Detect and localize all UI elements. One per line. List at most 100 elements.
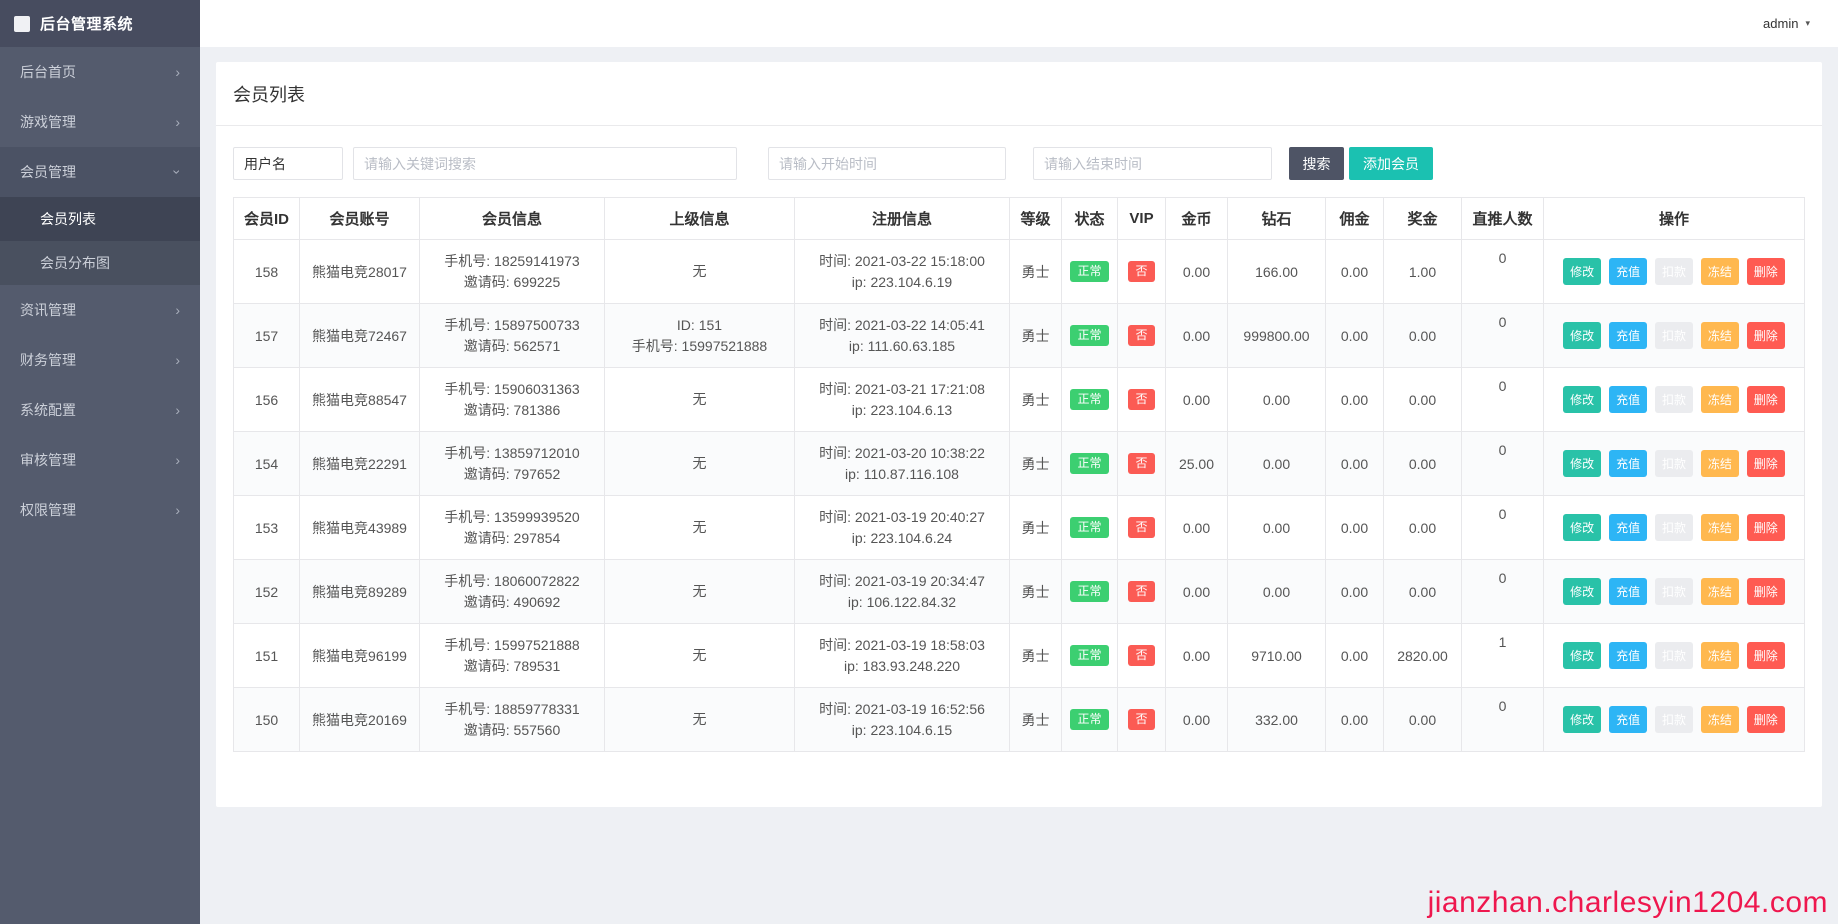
edit-button[interactable]: 修改 xyxy=(1563,322,1601,349)
freeze-button[interactable]: 冻结 xyxy=(1701,386,1739,413)
register-info-cell: 时间: 2021-03-19 18:58:03 ip: 183.93.248.2… xyxy=(795,624,1010,688)
sidebar-item-label: 资讯管理 xyxy=(20,300,76,320)
col-level: 等级 xyxy=(1010,198,1062,240)
deduct-button[interactable]: 扣款 xyxy=(1655,514,1693,541)
delete-button[interactable]: 删除 xyxy=(1747,642,1785,669)
page-title: 会员列表 xyxy=(216,62,1822,126)
freeze-button[interactable]: 冻结 xyxy=(1701,450,1739,477)
delete-button[interactable]: 删除 xyxy=(1747,450,1785,477)
freeze-button[interactable]: 冻结 xyxy=(1701,706,1739,733)
add-member-button[interactable]: 添加会员 xyxy=(1349,147,1433,180)
edit-button[interactable]: 修改 xyxy=(1563,258,1601,285)
register-time-line: 时间: 2021-03-19 20:40:27 xyxy=(797,507,1007,528)
user-name: admin xyxy=(1763,16,1798,31)
member-id-cell: 156 xyxy=(234,368,300,432)
sidebar-item-news[interactable]: 资讯管理 › xyxy=(0,285,200,335)
edit-button[interactable]: 修改 xyxy=(1563,642,1601,669)
delete-button[interactable]: 删除 xyxy=(1747,514,1785,541)
member-id-cell: 153 xyxy=(234,496,300,560)
edit-button[interactable]: 修改 xyxy=(1563,514,1601,541)
vip-cell: 否 xyxy=(1118,624,1166,688)
deduct-button[interactable]: 扣款 xyxy=(1655,322,1693,349)
deduct-button[interactable]: 扣款 xyxy=(1655,386,1693,413)
sidebar-item-members[interactable]: 会员管理 › xyxy=(0,147,200,197)
invite-code-line: 邀请码: 781386 xyxy=(422,400,602,421)
start-time-input[interactable] xyxy=(768,147,1006,180)
sidebar-item-finance[interactable]: 财务管理 › xyxy=(0,335,200,385)
referrals-cell: 0 xyxy=(1462,432,1544,496)
edit-button[interactable]: 修改 xyxy=(1563,450,1601,477)
search-button[interactable]: 搜索 xyxy=(1289,147,1344,180)
sidebar-subitem-member-list[interactable]: 会员列表 xyxy=(0,197,200,241)
delete-button[interactable]: 删除 xyxy=(1747,258,1785,285)
edit-button[interactable]: 修改 xyxy=(1563,706,1601,733)
table-row: 151 熊猫电竞96199 手机号: 15997521888 邀请码: 7895… xyxy=(234,624,1805,688)
operations-cell: 修改 充值 扣款 冻结 删除 xyxy=(1544,688,1805,752)
chevron-right-icon: › xyxy=(175,353,180,367)
freeze-button[interactable]: 冻结 xyxy=(1701,578,1739,605)
referrals-cell: 0 xyxy=(1462,304,1544,368)
chevron-right-icon: › xyxy=(175,303,180,317)
recharge-button[interactable]: 充值 xyxy=(1609,322,1647,349)
register-time-line: 时间: 2021-03-19 18:58:03 xyxy=(797,635,1007,656)
register-ip-line: ip: 223.104.6.13 xyxy=(797,400,1007,421)
vip-badge: 否 xyxy=(1128,581,1154,602)
referrals-cell: 1 xyxy=(1462,624,1544,688)
freeze-button[interactable]: 冻结 xyxy=(1701,642,1739,669)
recharge-button[interactable]: 充值 xyxy=(1609,258,1647,285)
phone-line: 手机号: 15906031363 xyxy=(422,379,602,400)
register-info-cell: 时间: 2021-03-20 10:38:22 ip: 110.87.116.1… xyxy=(795,432,1010,496)
table-row: 150 熊猫电竞20169 手机号: 18859778331 邀请码: 5575… xyxy=(234,688,1805,752)
parent-info-cell: 无 xyxy=(605,688,795,752)
recharge-button[interactable]: 充值 xyxy=(1609,386,1647,413)
sidebar-subitem-member-map[interactable]: 会员分布图 xyxy=(0,241,200,285)
vip-cell: 否 xyxy=(1118,688,1166,752)
status-cell: 正常 xyxy=(1062,624,1118,688)
sidebar-item-permissions[interactable]: 权限管理 › xyxy=(0,485,200,535)
recharge-button[interactable]: 充值 xyxy=(1609,706,1647,733)
register-ip-line: ip: 110.87.116.108 xyxy=(797,464,1007,485)
deduct-button[interactable]: 扣款 xyxy=(1655,578,1693,605)
sidebar-item-games[interactable]: 游戏管理 › xyxy=(0,97,200,147)
edit-button[interactable]: 修改 xyxy=(1563,386,1601,413)
member-info-cell: 手机号: 13859712010 邀请码: 797652 xyxy=(420,432,605,496)
member-table-wrap: 会员ID 会员账号 会员信息 上级信息 注册信息 等级 状态 VIP 金币 钻石… xyxy=(216,197,1822,807)
delete-button[interactable]: 删除 xyxy=(1747,322,1785,349)
sidebar-item-dashboard[interactable]: 后台首页 › xyxy=(0,47,200,97)
diamond-cell: 0.00 xyxy=(1228,560,1326,624)
col-register-info: 注册信息 xyxy=(795,198,1010,240)
deduct-button[interactable]: 扣款 xyxy=(1655,706,1693,733)
recharge-button[interactable]: 充值 xyxy=(1609,642,1647,669)
delete-button[interactable]: 删除 xyxy=(1747,706,1785,733)
parent-line-1: 无 xyxy=(607,261,792,282)
parent-line-2: 手机号: 15997521888 xyxy=(607,336,792,357)
edit-button[interactable]: 修改 xyxy=(1563,578,1601,605)
recharge-button[interactable]: 充值 xyxy=(1609,450,1647,477)
deduct-button[interactable]: 扣款 xyxy=(1655,642,1693,669)
bonus-cell: 0.00 xyxy=(1384,560,1462,624)
member-info-cell: 手机号: 15906031363 邀请码: 781386 xyxy=(420,368,605,432)
status-cell: 正常 xyxy=(1062,368,1118,432)
register-ip-line: ip: 111.60.63.185 xyxy=(797,336,1007,357)
recharge-button[interactable]: 充值 xyxy=(1609,514,1647,541)
keyword-search-input[interactable] xyxy=(353,147,737,180)
vip-cell: 否 xyxy=(1118,432,1166,496)
end-time-input[interactable] xyxy=(1033,147,1272,180)
status-badge: 正常 xyxy=(1070,325,1108,346)
recharge-button[interactable]: 充值 xyxy=(1609,578,1647,605)
commission-cell: 0.00 xyxy=(1326,368,1384,432)
deduct-button[interactable]: 扣款 xyxy=(1655,450,1693,477)
freeze-button[interactable]: 冻结 xyxy=(1701,322,1739,349)
freeze-button[interactable]: 冻结 xyxy=(1701,258,1739,285)
sidebar-item-audit[interactable]: 审核管理 › xyxy=(0,435,200,485)
delete-button[interactable]: 删除 xyxy=(1747,386,1785,413)
vip-cell: 否 xyxy=(1118,304,1166,368)
operations-cell: 修改 充值 扣款 冻结 删除 xyxy=(1544,432,1805,496)
sidebar-item-system[interactable]: 系统配置 › xyxy=(0,385,200,435)
user-menu[interactable]: admin ▾ xyxy=(1763,0,1810,47)
col-vip: VIP xyxy=(1118,198,1166,240)
deduct-button[interactable]: 扣款 xyxy=(1655,258,1693,285)
level-cell: 勇士 xyxy=(1010,496,1062,560)
freeze-button[interactable]: 冻结 xyxy=(1701,514,1739,541)
delete-button[interactable]: 删除 xyxy=(1747,578,1785,605)
